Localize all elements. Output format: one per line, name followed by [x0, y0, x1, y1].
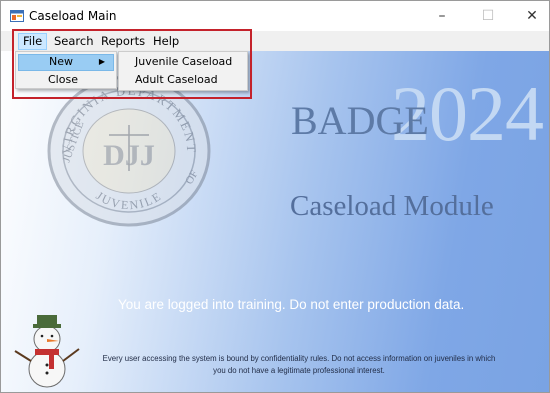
- module-title: Caseload Module: [290, 190, 494, 222]
- menu-search[interactable]: Search: [50, 33, 98, 50]
- menu-file[interactable]: File: [18, 33, 48, 50]
- file-dropdown-menu: New ▶ Close: [15, 51, 117, 89]
- menu-item-close[interactable]: Close: [18, 72, 114, 89]
- menu-item-adult-caseload[interactable]: Adult Caseload: [121, 72, 245, 89]
- menu-bar: File Search Reports Help: [1, 31, 549, 51]
- confidentiality-notice: Every user accessing the system is bound…: [102, 354, 496, 375]
- snowman-icon: [14, 315, 80, 388]
- menu-item-new-label: New: [49, 55, 73, 68]
- menu-item-new[interactable]: New ▶: [18, 54, 114, 71]
- new-submenu: Juvenile Caseload Adult Caseload: [118, 51, 248, 91]
- title-bar: Caseload Main – ☐ ✕: [1, 1, 549, 31]
- chevron-right-icon: ▶: [98, 57, 105, 66]
- menu-item-juvenile-caseload[interactable]: Juvenile Caseload: [121, 54, 245, 71]
- menu-reports[interactable]: Reports: [97, 33, 149, 50]
- window-title: Caseload Main: [29, 9, 117, 23]
- seal-icon: VIRGINIA DEPARTMENT JUVENILE JUSTICE OF …: [47, 75, 211, 227]
- badge-logo-text: BADGE: [291, 98, 429, 143]
- menu-help[interactable]: Help: [149, 33, 183, 50]
- maximize-button[interactable]: ☐: [465, 1, 511, 31]
- close-window-button[interactable]: ✕: [509, 1, 549, 31]
- training-notice: You are logged into training. Do not ent…: [118, 297, 465, 312]
- minimize-button[interactable]: –: [419, 1, 465, 31]
- caseload-main-window: Caseload Main – ☐ ✕ File Search Reports …: [0, 0, 550, 393]
- app-window-icon: [10, 10, 24, 22]
